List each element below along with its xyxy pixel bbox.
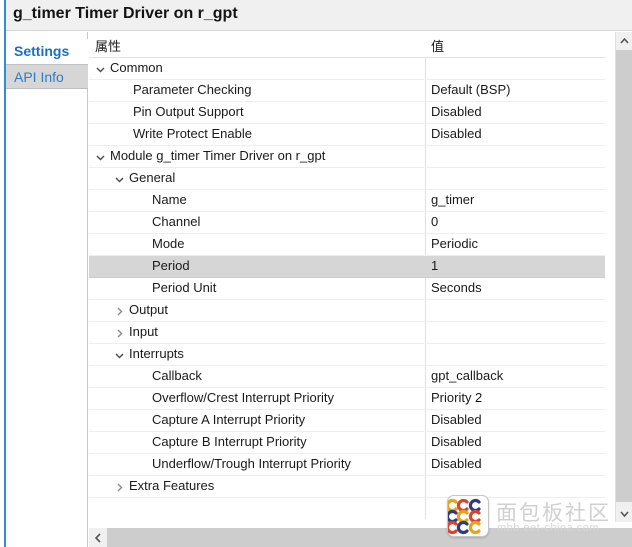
- tab-settings[interactable]: Settings: [6, 39, 88, 64]
- chevron-down-icon[interactable]: [95, 152, 106, 163]
- table-row[interactable]: General: [89, 168, 605, 190]
- window-accent-rail: [4, 0, 6, 547]
- cell-value[interactable]: Seconds: [431, 280, 482, 295]
- cell-value[interactable]: 1: [431, 258, 438, 273]
- scroll-up-button[interactable]: [616, 32, 632, 49]
- cell-value[interactable]: Disabled: [431, 412, 482, 427]
- chevron-down-icon[interactable]: [114, 350, 125, 361]
- tab-api-info[interactable]: API Info: [6, 64, 88, 89]
- cell-property: Extra Features: [129, 478, 215, 493]
- table-row[interactable]: Module g_timer Timer Driver on r_gpt: [89, 146, 605, 168]
- scroll-left-button[interactable]: [89, 528, 106, 547]
- table-row[interactable]: Extra Features: [89, 476, 605, 498]
- cell-value[interactable]: Disabled: [431, 126, 482, 141]
- chevron-right-icon[interactable]: [114, 328, 125, 339]
- table-row[interactable]: Channel 0: [89, 212, 605, 234]
- cell-property: Channel: [152, 214, 201, 229]
- cell-value[interactable]: Default (BSP): [431, 82, 510, 97]
- table-row[interactable]: Period Unit Seconds: [89, 278, 605, 300]
- cell-property: Interrupts: [129, 346, 184, 361]
- horizontal-scrollbar[interactable]: [89, 528, 632, 547]
- property-table: 属性 值 Common Parameter Checking Default (BS…: [89, 32, 632, 547]
- cell-property: Write Protect Enable: [133, 126, 252, 141]
- cell-property: Module g_timer Timer Driver on r_gpt: [110, 148, 326, 163]
- chevron-right-icon[interactable]: [114, 482, 125, 493]
- table-row[interactable]: Common: [89, 58, 605, 80]
- cell-property: Capture B Interrupt Priority: [152, 434, 307, 449]
- cell-value[interactable]: gpt_callback: [431, 368, 503, 383]
- cell-property: General: [129, 170, 176, 185]
- cell-value[interactable]: Priority 2: [431, 390, 482, 405]
- cell-property: Common: [110, 60, 163, 75]
- table-row[interactable]: Name g_timer: [89, 190, 605, 212]
- scroll-down-button[interactable]: [616, 505, 632, 522]
- table-row[interactable]: Overflow/Crest Interrupt Priority Priorit…: [89, 388, 605, 410]
- chevron-down-icon[interactable]: [95, 64, 106, 75]
- table-row[interactable]: Output: [89, 300, 605, 322]
- window-titlebar: g_timer Timer Driver on r_gpt: [0, 0, 632, 31]
- cell-property: Mode: [152, 236, 185, 251]
- cell-property: Parameter Checking: [133, 82, 252, 97]
- cell-value[interactable]: g_timer: [431, 192, 474, 207]
- table-row[interactable]: Underflow/Trough Interrupt Priority Disab…: [89, 454, 605, 476]
- chevron-down-icon[interactable]: [114, 174, 125, 185]
- cell-property: Name: [152, 192, 187, 207]
- horizontal-scrollbar-thumb[interactable]: [107, 528, 632, 547]
- cell-property: Output: [129, 302, 169, 317]
- table-row[interactable]: Capture A Interrupt Priority Disabled: [89, 410, 605, 432]
- cell-property: Capture A Interrupt Priority: [152, 412, 306, 427]
- cell-value[interactable]: Periodic: [431, 236, 478, 251]
- table-row[interactable]: Period 1: [89, 256, 605, 278]
- table-row[interactable]: Interrupts: [89, 344, 605, 366]
- cell-property: Input: [129, 324, 158, 339]
- column-header-value[interactable]: 值: [431, 36, 444, 55]
- cell-value[interactable]: Disabled: [431, 104, 482, 119]
- cell-value[interactable]: 0: [431, 214, 438, 229]
- cell-property: Callback: [152, 368, 202, 383]
- table-row[interactable]: Pin Output Support Disabled: [89, 102, 605, 124]
- table-row[interactable]: Mode Periodic: [89, 234, 605, 256]
- table-body: Common Parameter Checking Default (BSP) Pin…: [89, 58, 605, 521]
- table-row[interactable]: Callback gpt_callback: [89, 366, 605, 388]
- cell-value[interactable]: Disabled: [431, 456, 482, 471]
- table-row[interactable]: Parameter Checking Default (BSP): [89, 80, 605, 102]
- chevron-right-icon[interactable]: [114, 306, 125, 317]
- cell-value[interactable]: Disabled: [431, 434, 482, 449]
- column-header-property[interactable]: 属性: [95, 36, 121, 55]
- cell-property: Overflow/Crest Interrupt Priority: [152, 390, 335, 405]
- table-row[interactable]: Input: [89, 322, 605, 344]
- property-editor-window: g_timer Timer Driver on r_gpt Settings A…: [0, 0, 632, 547]
- cell-property: Pin Output Support: [133, 104, 244, 119]
- cell-property: Period: [152, 258, 190, 273]
- cell-property: Underflow/Trough Interrupt Priority: [152, 456, 351, 471]
- cell-property: Period Unit: [152, 280, 217, 295]
- table-row[interactable]: Capture B Interrupt Priority Disabled: [89, 432, 605, 454]
- page-title: g_timer Timer Driver on r_gpt: [13, 5, 238, 22]
- tab-strip: Settings API Info: [6, 32, 88, 547]
- table-row[interactable]: Write Protect Enable Disabled: [89, 124, 605, 146]
- vertical-scrollbar[interactable]: [615, 32, 632, 522]
- table-header-row: 属性 值: [89, 32, 605, 58]
- vertical-scrollbar-thumb[interactable]: [616, 50, 632, 502]
